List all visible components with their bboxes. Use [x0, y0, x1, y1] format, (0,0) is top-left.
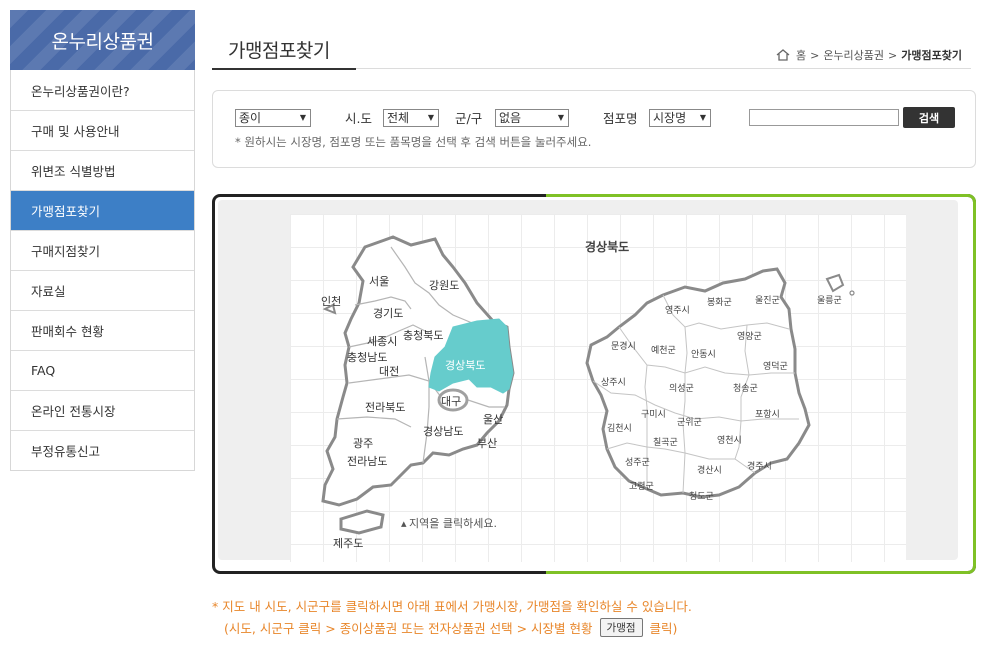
sido-select[interactable]: 전체 [383, 109, 439, 127]
label-jeonbuk[interactable]: 전라북도 [365, 401, 405, 414]
map-prompt: 지역을 클릭하세요. [409, 516, 497, 530]
sidebar-item-report[interactable]: 부정유통신고 [11, 430, 194, 470]
sidebar-item-online-market[interactable]: 온라인 전통시장 [11, 390, 194, 430]
search-input[interactable] [749, 109, 899, 126]
region-jeju[interactable] [339, 509, 385, 535]
label-chungbuk[interactable]: 충청북도 [403, 329, 443, 342]
sidebar-item-store-finder[interactable]: 가맹점포찾기 [11, 190, 194, 230]
label-gwangju[interactable]: 광주 [353, 437, 373, 450]
sidebar: 온누리상품권 온누리상품권이란? 구매 및 사용안내 위변조 식별방법 가맹점포… [10, 10, 195, 471]
sidebar-item-resources[interactable]: 자료실 [11, 270, 194, 310]
label-gyeongnam[interactable]: 경상남도 [423, 425, 463, 438]
label-incheon[interactable]: 인천 [321, 294, 341, 308]
map-usage-steps: (시도, 시군구 클릭 > 종이상품권 또는 전자상품권 선택 > 시장별 현황… [212, 618, 677, 637]
store-type-select[interactable]: 시장명 [649, 109, 711, 127]
search-panel: 종이 시.도 전체 군/구 없음 점포명 시장명 검색 * 원하시는 시장명, … [212, 90, 976, 168]
sido-label: 시.도 [345, 111, 372, 126]
search-button[interactable]: 검색 [903, 107, 955, 128]
label-ulsan[interactable]: 울산 [483, 413, 503, 426]
label-daejeon[interactable]: 대전 [379, 365, 399, 378]
label-gyeonggi[interactable]: 경기도 [373, 307, 403, 320]
breadcrumb-separator: > [888, 48, 898, 62]
page-title: 가맹점포찾기 [212, 30, 356, 70]
breadcrumb-onnuri[interactable]: 온누리상품권 [823, 47, 884, 63]
map-usage-steps-end: 클릭) [649, 621, 678, 636]
store-name-label: 점포명 [603, 111, 638, 126]
label-jeonnam[interactable]: 전라남도 [347, 455, 387, 468]
label-gyeongbuk[interactable]: 경상북도 [445, 359, 485, 372]
sidebar-title: 온누리상품권 [10, 10, 195, 70]
home-icon[interactable] [776, 49, 790, 61]
breadcrumb-separator: > [810, 48, 820, 62]
gungu-select[interactable]: 없음 [495, 109, 569, 127]
map-prompt-arrow: ▴ [401, 517, 407, 530]
voucher-type-select[interactable]: 종이 [235, 109, 311, 127]
gungu-label: 군/구 [455, 111, 483, 126]
title-divider [356, 68, 971, 69]
label-jeju[interactable]: 제주도 [333, 537, 363, 550]
map-usage-note: * 지도 내 시도, 시군구를 클릭하시면 아래 표에서 가맹시장, 가맹점을 … [212, 599, 692, 614]
sidebar-item-faq[interactable]: FAQ [11, 350, 194, 390]
sidebar-item-counterfeit[interactable]: 위변조 식별방법 [11, 150, 194, 190]
label-busan[interactable]: 부산 [477, 437, 497, 450]
breadcrumb-current: 가맹점포찾기 [901, 49, 962, 62]
breadcrumb: 홈 > 온누리상품권 > 가맹점포찾기 [776, 47, 962, 63]
map-frame-accent [546, 194, 976, 574]
sidebar-item-sales-status[interactable]: 판매회수 현황 [11, 310, 194, 350]
label-seoul[interactable]: 서울 [369, 275, 389, 288]
search-hint: * 원하시는 시장명, 점포명 또는 품목명을 선택 후 검색 버튼을 눌러주세… [235, 135, 592, 149]
sidebar-item-purchase-guide[interactable]: 구매 및 사용안내 [11, 110, 194, 150]
label-gangwon[interactable]: 강원도 [429, 279, 459, 292]
sidebar-item-branch-finder[interactable]: 구매지점찾기 [11, 230, 194, 270]
breadcrumb-home[interactable]: 홈 [796, 47, 806, 63]
map-usage-steps-text: (시도, 시군구 클릭 > 종이상품권 또는 전자상품권 선택 > 시장별 현황 [224, 621, 593, 636]
label-chungnam[interactable]: 충청남도 [347, 351, 387, 364]
label-sejong[interactable]: 세종시 [367, 335, 397, 348]
sidebar-item-about[interactable]: 온누리상품권이란? [11, 70, 194, 110]
store-button-sample: 가맹점 [599, 618, 643, 637]
sidebar-menu: 온누리상품권이란? 구매 및 사용안내 위변조 식별방법 가맹점포찾기 구매지점… [10, 70, 195, 471]
label-daegu[interactable]: 대구 [441, 395, 461, 408]
